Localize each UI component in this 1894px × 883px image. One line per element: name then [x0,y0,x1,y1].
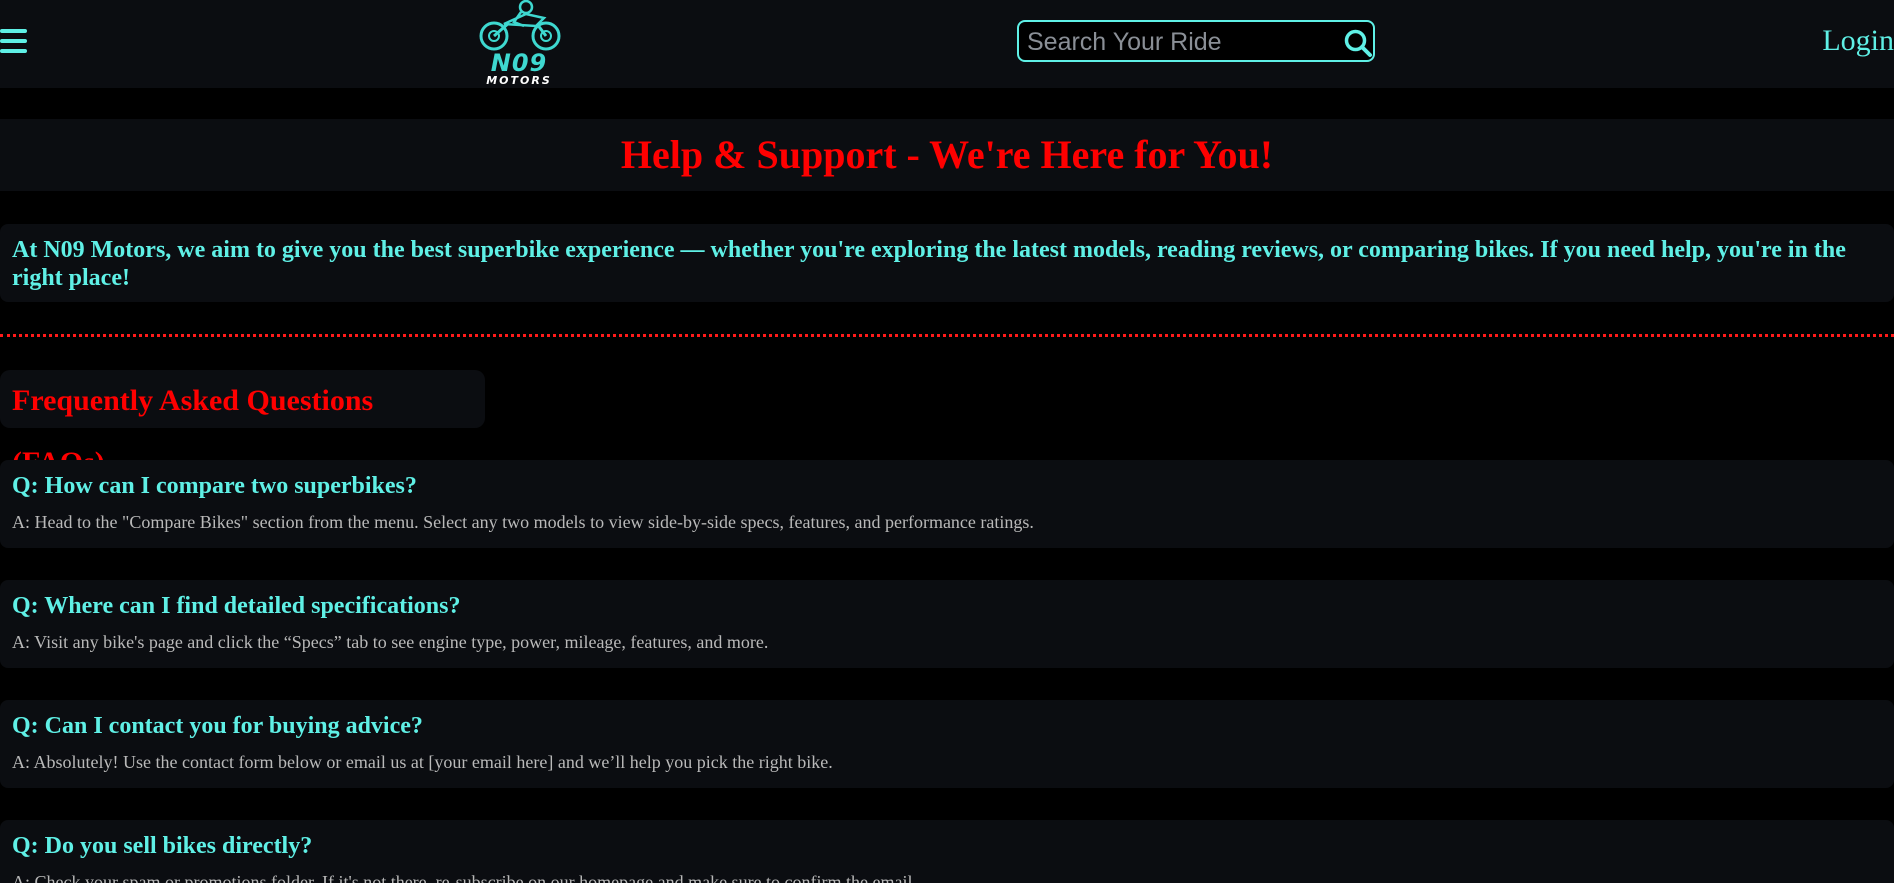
motorbike-rider-icon [479,0,561,51]
faq-answer: A: Check your spam or promotions folder.… [12,872,918,883]
hamburger-menu-icon[interactable] [0,26,30,56]
logo-text: N09 [490,49,548,77]
search-input[interactable] [1025,26,1329,58]
faq-answer: A: Absolutely! Use the contact form belo… [12,752,833,772]
faq-question[interactable]: Q: Do you sell bikes directly? [12,832,312,860]
faq-question[interactable]: Q: Can I contact you for buying advice? [12,712,423,740]
faq-answer: A: Head to the "Compare Bikes" section f… [12,512,1034,532]
site-header: N09 MOTORS Login [0,0,1894,88]
section-divider [0,334,1894,337]
logo-subtext: MOTORS [486,74,552,87]
faq-item: Q: Do you sell bikes directly? A: Check … [0,820,1894,883]
faq-question[interactable]: Q: Where can I find detailed specificati… [12,592,460,620]
site-logo[interactable]: N09 MOTORS [474,0,564,88]
faq-answer: A: Visit any bike's page and click the “… [12,632,769,652]
faq-item: Q: Can I contact you for buying advice? … [0,700,1894,788]
intro-panel: At N09 Motors, we aim to give you the be… [0,224,1894,302]
faq-question[interactable]: Q: How can I compare two superbikes? [12,472,417,500]
search-bar [1017,20,1375,62]
faq-heading-panel: Frequently Asked Questions (FAQs) [0,370,485,479]
login-link[interactable]: Login [1814,24,1894,58]
hero-banner: Help & Support - We're Here for You! [0,119,1894,191]
search-icon[interactable] [1343,28,1373,58]
faq-item: Q: How can I compare two superbikes? A: … [0,460,1894,548]
faq-item: Q: Where can I find detailed specificati… [0,580,1894,668]
intro-text: At N09 Motors, we aim to give you the be… [12,237,1846,291]
page-title: Help & Support - We're Here for You! [620,132,1274,177]
